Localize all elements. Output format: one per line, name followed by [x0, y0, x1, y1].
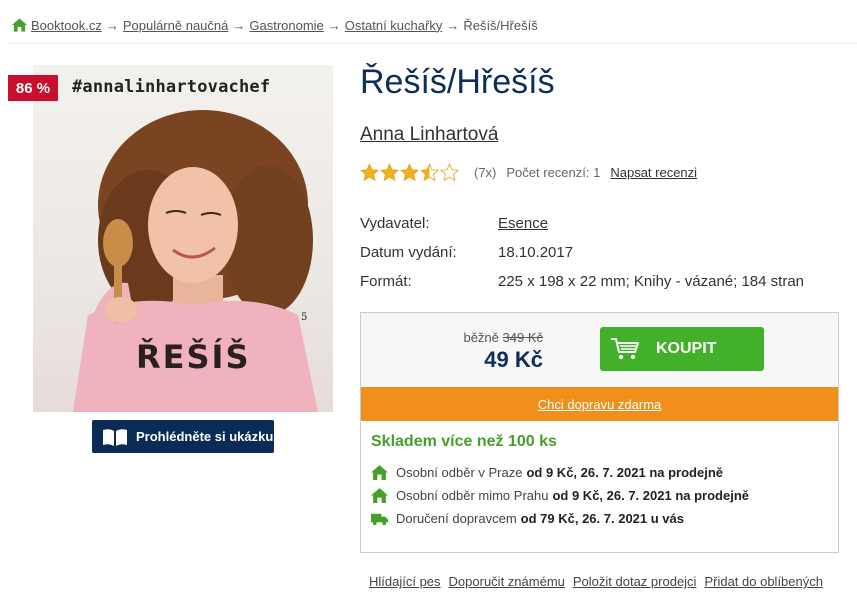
free-shipping-link[interactable]: Chci dopravu zdarma	[361, 387, 838, 421]
ask-seller-link[interactable]: Položit dotaz prodejci	[573, 574, 697, 589]
buy-button[interactable]: KOUPIT	[600, 327, 764, 371]
write-review-link[interactable]: Napsat recenzi	[610, 165, 697, 180]
preview-button-label: Prohlédněte si ukázku	[136, 429, 274, 444]
stock-status: Skladem více než 100 ks	[371, 433, 557, 450]
delivery-option-label: Osobní odběr v Praze	[396, 465, 523, 480]
watchdog-link[interactable]: Hlídající pes	[369, 574, 441, 589]
product-actions: Hlídající pes Doporučit známému Položit …	[369, 574, 831, 589]
delivery-option: Doručení dopravcem od 79 Kč, 26. 7. 2021…	[371, 507, 828, 530]
breadcrumb-separator: →	[446, 17, 460, 33]
breadcrumb-link-popular-science[interactable]: Populárně naučná	[123, 18, 229, 33]
breadcrumb-link-gastronomy[interactable]: Gastronomie	[249, 18, 323, 33]
header-divider	[8, 43, 857, 44]
buy-box: běžně 349 Kč 49 Kč KOUPIT Chci dopravu z…	[360, 312, 839, 553]
svg-text:5: 5	[301, 312, 307, 323]
rating-stars[interactable]	[360, 163, 460, 182]
breadcrumb-separator: →	[232, 17, 246, 33]
recommend-link[interactable]: Doporučit známému	[449, 574, 565, 589]
format-label: Formát:	[360, 273, 412, 290]
home-icon[interactable]	[12, 18, 27, 32]
review-count: Počet recenzí: 1	[506, 165, 601, 180]
price-block: běžně 349 Kč 49 Kč	[361, 330, 543, 373]
delivery-option: Osobní odběr v Praze od 9 Kč, 26. 7. 202…	[371, 461, 828, 484]
release-date-row: Datum vydání: 18.10.2017	[360, 238, 804, 267]
publisher-row: Vydavatel: Esence	[360, 209, 804, 238]
breadcrumb-link-home[interactable]: Booktook.cz	[31, 18, 102, 33]
release-date-value: 18.10.2017	[498, 244, 574, 261]
buy-button-label: KOUPIT	[656, 340, 717, 357]
breadcrumb: Booktook.cz → Populárně naučná → Gastron…	[12, 16, 538, 34]
release-date-label: Datum vydání:	[360, 244, 457, 261]
regular-price-value: 349 Kč	[502, 330, 543, 345]
home-icon	[371, 488, 388, 503]
breadcrumb-separator: →	[105, 17, 119, 33]
star-full-icon	[400, 163, 419, 182]
publisher-label: Vydavatel:	[360, 215, 430, 232]
price-section: běžně 349 Kč 49 Kč KOUPIT	[361, 313, 838, 387]
truck-icon	[371, 513, 388, 526]
book-title: Řešíš/Hřešíš	[360, 63, 555, 101]
rating-count: (7x)	[474, 165, 497, 180]
breadcrumb-link-cookbooks[interactable]: Ostatní kuchařky	[345, 18, 443, 33]
breadcrumb-current: Řešíš/Hřešíš	[463, 17, 538, 33]
cover-hashtag: #annalinhartovachef	[72, 77, 271, 97]
rating-row: (7x) Počet recenzí: 1 Napsat recenzi	[360, 163, 697, 182]
delivery-option-label: Osobní odběr mimo Prahu	[396, 488, 549, 503]
home-icon	[371, 465, 388, 480]
cover-shirt-text: ŘEŠÍŠ	[136, 338, 251, 376]
format-value: 225 x 198 x 22 mm; Knihy - vázané; 184 s…	[498, 273, 804, 290]
publisher-link[interactable]: Esence	[498, 215, 548, 232]
format-row: Formát: 225 x 198 x 22 mm; Knihy - vázan…	[360, 267, 804, 296]
star-empty-icon	[440, 163, 459, 182]
delivery-option: Osobní odběr mimo Prahu od 9 Kč, 26. 7. …	[371, 484, 828, 507]
book-cover-image[interactable]: 5 #annalinhartovachef ŘEŠÍŠ	[33, 65, 333, 412]
regular-price: běžně 349 Kč	[361, 330, 543, 345]
star-full-icon	[380, 163, 399, 182]
delivery-option-detail: od 9 Kč, 26. 7. 2021 na prodejně	[526, 465, 723, 480]
breadcrumb-separator: →	[327, 17, 341, 33]
author-link[interactable]: Anna Linhartová	[360, 124, 498, 146]
stock-section: Skladem více než 100 ks Osobní odběr v P…	[361, 421, 838, 530]
regular-price-label: běžně	[463, 330, 499, 345]
preview-button[interactable]: Prohlédněte si ukázku	[92, 420, 274, 453]
open-book-icon	[103, 428, 127, 446]
book-details: Vydavatel: Esence Datum vydání: 18.10.20…	[360, 209, 804, 296]
delivery-option-detail: od 9 Kč, 26. 7. 2021 na prodejně	[552, 488, 749, 503]
star-half-icon	[420, 163, 439, 182]
delivery-option-label: Doručení dopravcem	[396, 511, 517, 526]
sale-price: 49 Kč	[484, 347, 543, 372]
discount-badge: 86 %	[8, 75, 58, 101]
cart-icon	[611, 338, 639, 360]
add-favorites-link[interactable]: Přidat do oblíbených	[704, 574, 823, 589]
star-full-icon	[360, 163, 379, 182]
delivery-option-detail: od 79 Kč, 26. 7. 2021 u vás	[520, 511, 684, 526]
